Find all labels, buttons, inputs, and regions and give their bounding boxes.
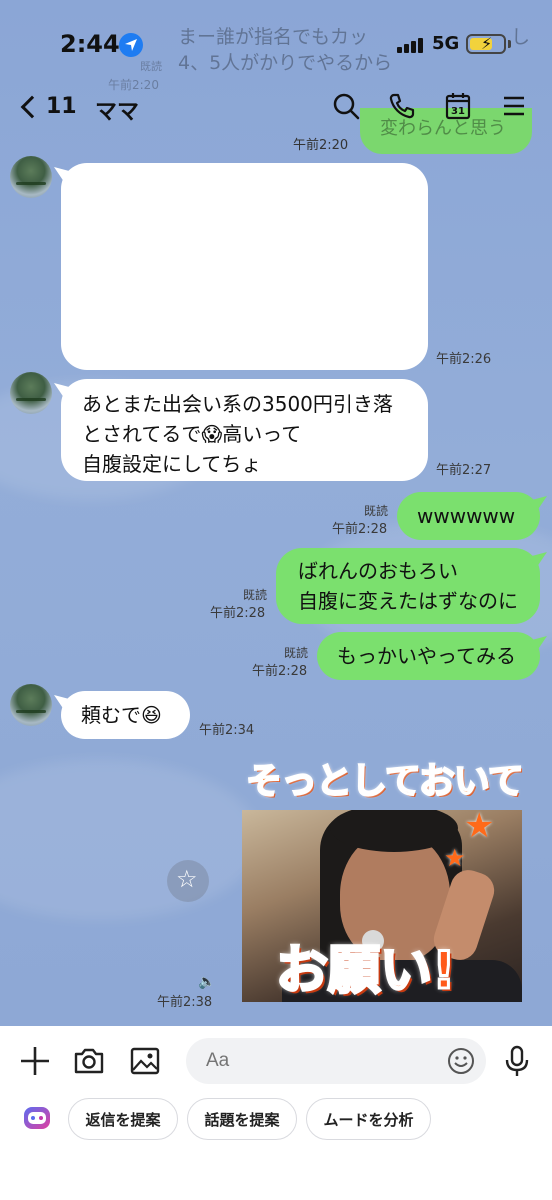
incoming-bubble[interactable]: あとまた出会い系の3500円引き落 とされてるで😱高いって 自腹設定にしてちょ [61,379,428,481]
microphone-icon[interactable] [502,1044,536,1078]
emoji-icon[interactable] [446,1046,476,1076]
suggestion-row: 返信を提案 話題を提案 ムードを分析 [0,1098,552,1142]
message-time: 午前2:38 [157,995,213,1010]
chevron-left-icon [20,95,44,118]
incoming-bubble-blank[interactable] [61,163,428,370]
chip-label: 返信を提案 [85,1110,161,1129]
search-icon[interactable] [332,92,360,120]
outgoing-bubble[interactable]: もっかいやってみる [317,632,540,680]
unread-count: 11 [46,94,77,119]
message-line: ばれんのおもろい [298,559,458,583]
phone-icon[interactable] [388,92,416,120]
battery-charging-icon: ⚡ [466,34,506,54]
location-arrow-icon [119,33,143,57]
calendar-day: 31 [451,106,465,117]
battery-cap [508,40,511,48]
outgoing-bubble[interactable]: ばれんのおもろい 自腹に変えたはずなのに [276,548,540,624]
plus-icon[interactable] [18,1044,52,1078]
read-receipt: 既読 [284,646,309,660]
message-time: 午前2:28 [252,664,308,679]
suggest-reply-chip[interactable]: 返信を提案 [68,1098,178,1140]
message-text: もっかいやってみる [337,644,516,668]
status-time: 2:44 [60,30,120,58]
read-receipt: 既読 [364,504,389,518]
signal-icon [397,37,425,53]
outgoing-bubble[interactable]: wwwwww [397,492,540,540]
back-button[interactable]: 11 [20,94,77,119]
avatar[interactable] [10,684,52,726]
message-text: wwwwww [417,504,516,528]
network-label: 5G [432,33,460,54]
sparkle-star: ★ [464,806,495,846]
analyze-mood-chip[interactable]: ムードを分析 [306,1098,431,1140]
message-time: 午前2:28 [332,522,388,537]
message-line: あとまた出会い系の3500円引き落 [82,392,393,416]
sticker-message[interactable]: そっとしておいて ★ ★ お願い! [242,752,525,1003]
chip-label: ムードを分析 [323,1110,414,1129]
message-line: 自腹に変えたはずなのに [298,589,518,613]
sparkle-star: ★ [444,844,466,872]
sticker-bottom-text: お願い! [275,940,458,1003]
camera-icon[interactable] [72,1044,106,1078]
suggest-topic-chip[interactable]: 話題を提案 [187,1098,297,1140]
incoming-bubble[interactable]: 頼むで😆 [61,691,190,739]
message-time: 午前2:28 [210,606,266,621]
message-time: 午前2:27 [436,463,492,478]
message-time: 午前2:34 [199,723,255,738]
speaker-icon: 🔈 [198,974,216,990]
chat-header: 11 ママ 31 [0,88,552,130]
read-receipt: 既読 [243,588,268,602]
message-input[interactable] [186,1038,486,1084]
favorite-star-button[interactable]: ☆ [167,860,209,902]
chat-title: ママ [95,100,140,125]
avatar[interactable] [10,156,52,198]
chip-label: 話題を提案 [204,1110,280,1129]
avatar[interactable] [10,372,52,414]
message-time: 午前2:26 [436,352,492,367]
previous-message-time: 午前2:20 [293,138,349,153]
image-icon[interactable] [128,1044,162,1078]
input-bar: 返信を提案 話題を提案 ムードを分析 [0,1026,552,1200]
ai-assistant-icon[interactable] [22,1104,52,1132]
message-text: 頼むで😆 [81,703,162,727]
message-line: とされてるで😱高いって [82,422,302,446]
sticker-top-text: そっとしておいて [245,760,525,803]
message-line: 自腹設定にしてちょ [82,452,262,476]
menu-icon[interactable] [500,92,528,120]
star-icon: ☆ [176,865,198,893]
status-bar: 2:44 5G ⚡ [0,0,552,88]
calendar-icon[interactable]: 31 [444,92,472,120]
